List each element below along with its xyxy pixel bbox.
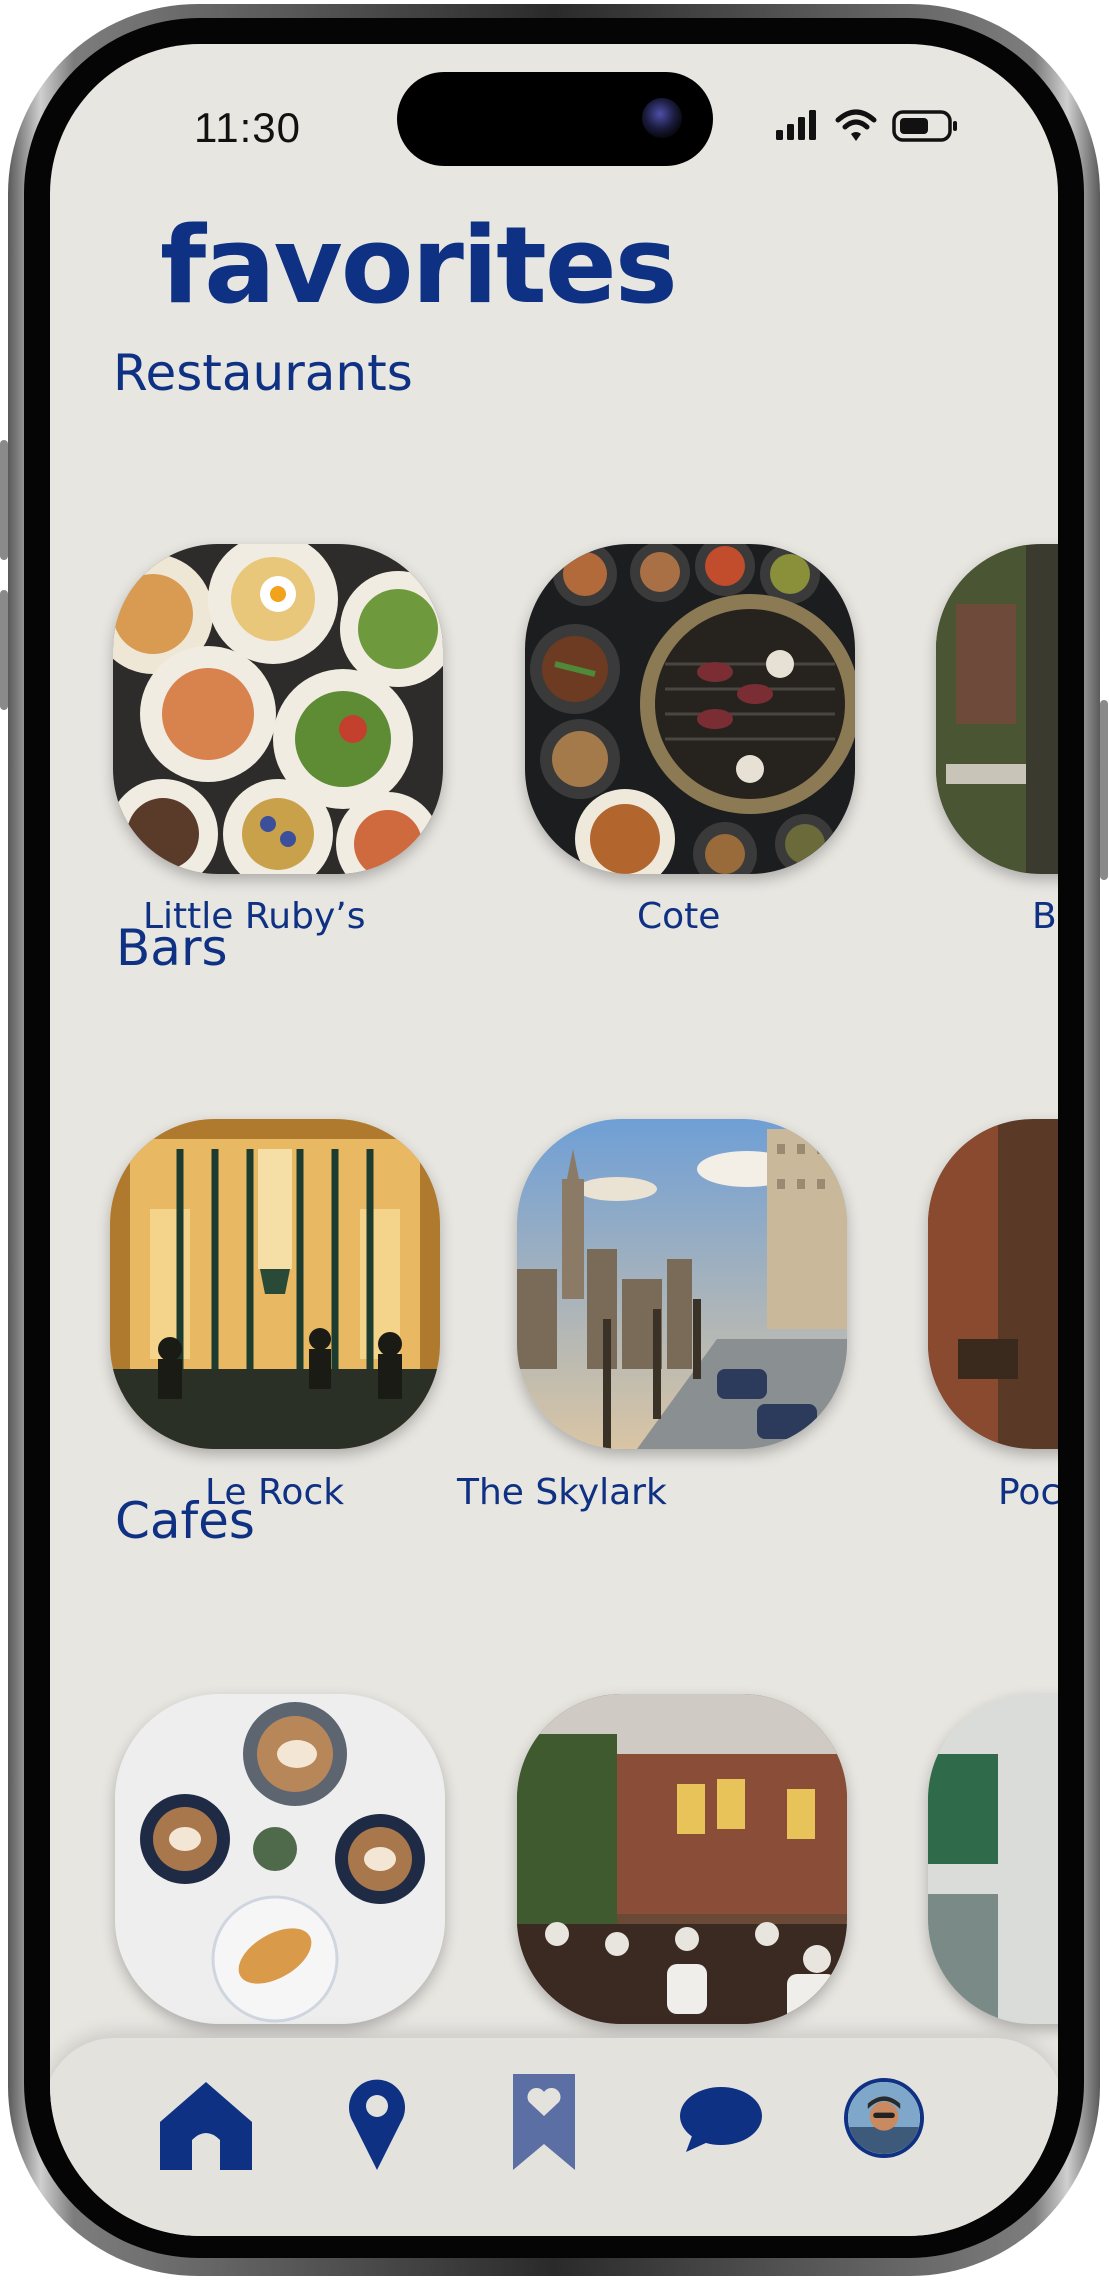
korean-bbq-image xyxy=(525,544,855,874)
section-title-cafes: Cafes xyxy=(115,1492,255,1550)
cafe-interior-image xyxy=(517,1694,847,2024)
cafe-tile-2[interactable] xyxy=(517,1694,847,2024)
tile-label: Cote xyxy=(637,896,721,937)
bar-tile-le-rock[interactable] xyxy=(110,1119,440,1449)
page-title: favorites xyxy=(160,204,678,327)
latte-art-image xyxy=(115,1694,445,2024)
profile-avatar[interactable] xyxy=(844,2078,924,2158)
avatar-photo xyxy=(848,2082,920,2154)
bottom-nav-bar xyxy=(50,2038,1058,2236)
location-pin-icon[interactable] xyxy=(347,2076,407,2172)
restaurant-interior-image xyxy=(936,544,1058,874)
restaurant-tile-cote[interactable] xyxy=(525,544,855,874)
bookmark-heart-icon[interactable] xyxy=(511,2072,577,2172)
wifi-icon xyxy=(835,109,877,141)
food-bowls-image xyxy=(113,544,443,874)
cafe-tile-partial[interactable] xyxy=(928,1694,1058,2024)
section-title-restaurants: Restaurants xyxy=(113,344,413,402)
tile-label: B xyxy=(1032,896,1057,937)
volume-button xyxy=(0,590,8,710)
bar-tile-partial[interactable] xyxy=(928,1119,1058,1449)
power-button xyxy=(1100,700,1108,880)
signal-icon xyxy=(776,110,816,140)
status-time: 11:30 xyxy=(194,104,301,151)
tile-label: Poc xyxy=(998,1472,1058,1513)
rooftop-skyline-image xyxy=(517,1119,847,1449)
section-title-bars: Bars xyxy=(116,919,228,977)
screen: 11:30 favorites Restaurants Little Ruby’… xyxy=(50,44,1058,2236)
tile-label: The Skylark xyxy=(457,1472,667,1513)
restaurant-tile-partial[interactable] xyxy=(936,544,1058,874)
bar-tile-the-skylark[interactable] xyxy=(517,1119,847,1449)
restaurant-tile-little-rubys[interactable] xyxy=(113,544,443,874)
chat-bubble-icon[interactable] xyxy=(678,2084,764,2154)
home-icon[interactable] xyxy=(156,2078,256,2174)
bar-patio-image xyxy=(928,1119,1058,1449)
battery-icon xyxy=(892,110,957,142)
bar-interior-image xyxy=(110,1119,440,1449)
cafe-tile-1[interactable] xyxy=(115,1694,445,2024)
volume-button xyxy=(0,440,8,560)
cafe-storefront-image xyxy=(928,1694,1058,2024)
status-icons xyxy=(776,109,957,142)
camera-icon xyxy=(642,98,682,138)
